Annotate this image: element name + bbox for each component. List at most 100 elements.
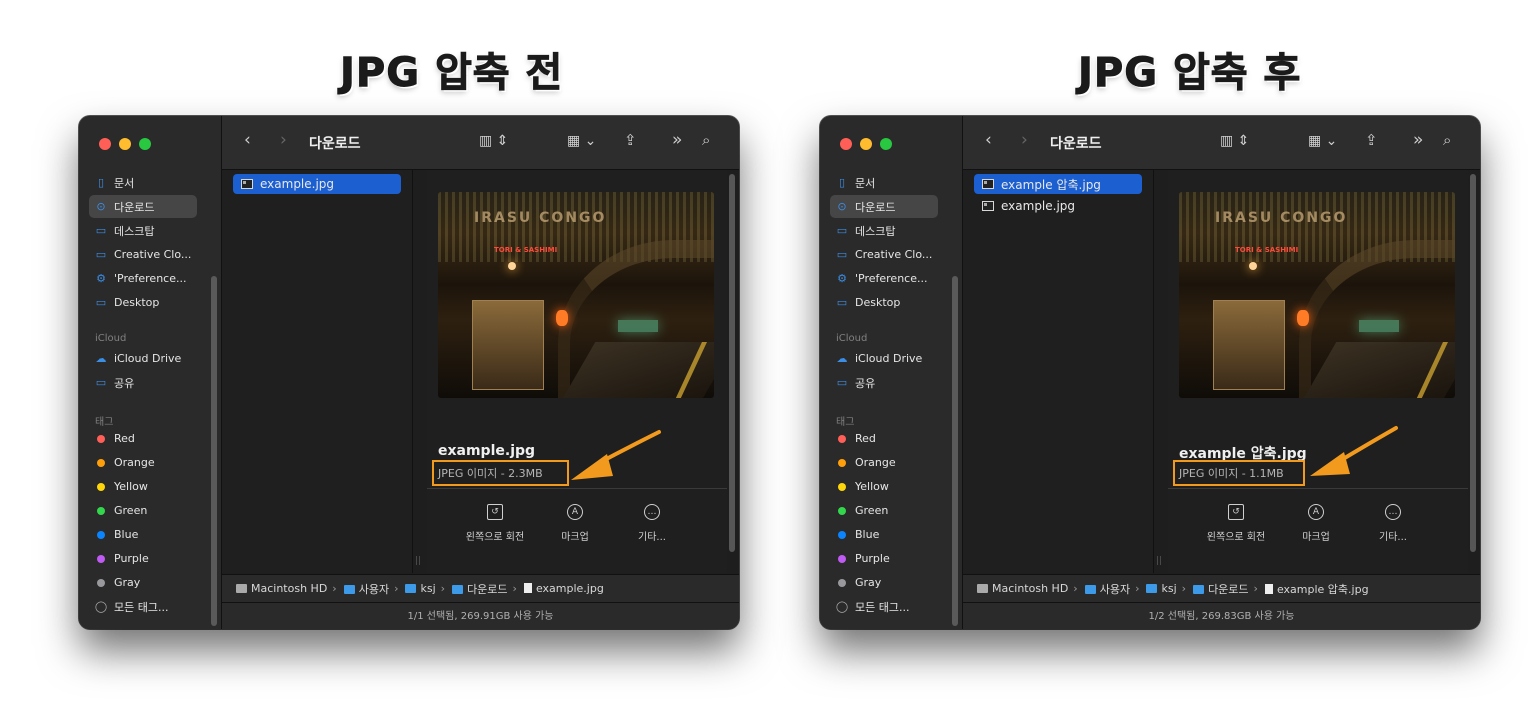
path-item[interactable]: example 압축.jpg (1263, 581, 1369, 597)
share-icon[interactable]: ⇪ (1365, 131, 1378, 149)
sidebar-tag-gray[interactable]: Gray (89, 571, 197, 594)
markup-button[interactable]: A 마크업 (1281, 504, 1351, 543)
path-item[interactable]: Macintosh HD (234, 582, 327, 595)
sidebar-tag-yellow[interactable]: Yellow (89, 475, 197, 498)
sidebar-item-desktop[interactable]: ▭ Desktop (89, 291, 197, 314)
path-item[interactable]: 사용자 (342, 581, 389, 597)
more-actions-button[interactable]: … 기타... (1358, 504, 1428, 543)
sidebar-tag-purple[interactable]: Purple (89, 547, 197, 570)
column-resize-handle[interactable]: || (415, 556, 421, 566)
highlight-box (1173, 460, 1305, 486)
back-button[interactable]: ‹ (985, 130, 992, 150)
close-button[interactable] (99, 138, 111, 150)
traffic-lights (840, 138, 892, 150)
close-button[interactable] (840, 138, 852, 150)
forward-button[interactable]: › (280, 130, 287, 150)
sidebar-item-icloud-drive[interactable]: ☁ iCloud Drive (830, 347, 938, 370)
group-view-icon[interactable]: ▦ ⌄ (567, 133, 596, 149)
folder-icon: ▭ (836, 248, 848, 261)
sidebar-item-preferences[interactable]: ⚙ 'Preference... (89, 267, 197, 290)
sidebar-tag-gray[interactable]: Gray (830, 571, 938, 594)
sidebar-tag-blue[interactable]: Blue (830, 523, 938, 546)
tag-dot-icon (838, 506, 846, 515)
tag-dot-icon (838, 578, 846, 587)
toolbar: ‹ › 다운로드 ▥ ⇕ ▦ ⌄ ⇪ » ⌕ (222, 116, 739, 170)
search-icon[interactable]: ⌕ (702, 131, 710, 149)
preview-scrollbar[interactable] (729, 174, 735, 552)
column-view-icon[interactable]: ▥ ⇕ (479, 133, 508, 149)
gear-icon: ⚙ (96, 272, 106, 285)
sidebar-item-documents[interactable]: ▯ 문서 (89, 171, 197, 194)
finder-window-before: ▯ 문서 ⊙ 다운로드 ▭ 데스크탑 ▭ Creative Clo... ⚙ 'Prefe… (79, 116, 739, 629)
image-preview: IRASU CONGO TORI & SASHIMI (1179, 192, 1455, 398)
desktop-icon: ▭ (836, 224, 848, 237)
sidebar-item-desktop[interactable]: ▭ Desktop (830, 291, 938, 314)
sidebar-tag-orange[interactable]: Orange (89, 451, 197, 474)
preview-scrollbar[interactable] (1470, 174, 1476, 552)
path-item[interactable]: example.jpg (522, 582, 604, 595)
column-resize-handle[interactable]: || (1156, 556, 1162, 566)
minimize-button[interactable] (119, 138, 131, 150)
sidebar-item-downloads[interactable]: ⊙ 다운로드 (830, 195, 938, 218)
rotate-left-button[interactable]: ↺ 왼쪽으로 회전 (460, 504, 530, 543)
sidebar-item-shared[interactable]: ▭ 공유 (830, 371, 938, 394)
sidebar-item-documents[interactable]: ▯ 문서 (830, 171, 938, 194)
sidebar-tag-purple[interactable]: Purple (830, 547, 938, 570)
zoom-button[interactable] (880, 138, 892, 150)
sidebar-tag-green[interactable]: Green (830, 499, 938, 522)
folder-icon: ▭ (95, 296, 107, 309)
path-item[interactable]: 사용자 (1083, 581, 1130, 597)
sidebar-item-creative-cloud[interactable]: ▭ Creative Clo... (89, 243, 197, 266)
rotate-left-button[interactable]: ↺ 왼쪽으로 회전 (1201, 504, 1271, 543)
sidebar-item-desktop-kr[interactable]: ▭ 데스크탑 (89, 219, 197, 242)
more-toolbar-button[interactable]: » (672, 130, 682, 150)
back-button[interactable]: ‹ (244, 130, 251, 150)
sidebar-scrollbar[interactable] (211, 276, 217, 626)
column-view-icon[interactable]: ▥ ⇕ (1220, 133, 1249, 149)
tag-dot-icon (838, 554, 846, 563)
group-view-icon[interactable]: ▦ ⌄ (1308, 133, 1337, 149)
share-icon[interactable]: ⇪ (624, 131, 637, 149)
sidebar-all-tags[interactable]: ◯ 모든 태그... (89, 595, 197, 618)
sidebar-scrollbar[interactable] (952, 276, 958, 626)
path-item[interactable]: Macintosh HD (975, 582, 1068, 595)
sidebar-tag-green[interactable]: Green (89, 499, 197, 522)
image-file-icon (982, 201, 994, 211)
file-item[interactable]: example 압축.jpg (974, 174, 1142, 194)
sidebar-tag-red[interactable]: Red (89, 427, 197, 450)
more-toolbar-button[interactable]: » (1413, 130, 1423, 150)
heading-before: JPG 압축 전 (339, 50, 564, 97)
sidebar-item-downloads[interactable]: ⊙ 다운로드 (89, 195, 197, 218)
path-item[interactable]: 다운로드 (450, 581, 508, 597)
more-actions-button[interactable]: … 기타... (617, 504, 687, 543)
highlight-box (432, 460, 569, 486)
sidebar: ▯ 문서 ⊙ 다운로드 ▭ 데스크탑 ▭ Creative Clo... ⚙ 'Prefe… (79, 116, 222, 629)
zoom-button[interactable] (139, 138, 151, 150)
path-item[interactable]: ksj (403, 582, 436, 595)
minimize-button[interactable] (860, 138, 872, 150)
path-item[interactable]: 다운로드 (1191, 581, 1249, 597)
annotation-arrow (1310, 426, 1398, 476)
sidebar-tag-yellow[interactable]: Yellow (830, 475, 938, 498)
file-item[interactable]: example.jpg (974, 196, 1142, 216)
markup-button[interactable]: A 마크업 (540, 504, 610, 543)
sidebar-item-desktop-kr[interactable]: ▭ 데스크탑 (830, 219, 938, 242)
file-item[interactable]: example.jpg (233, 174, 401, 194)
sidebar-tag-red[interactable]: Red (830, 427, 938, 450)
sidebar-item-preferences[interactable]: ⚙ 'Preference... (830, 267, 938, 290)
finder-window-after: ▯ 문서 ⊙ 다운로드 ▭ 데스크탑 ▭ Creative Clo... ⚙ 'Prefe… (820, 116, 1480, 629)
forward-button[interactable]: › (1021, 130, 1028, 150)
sidebar-all-tags[interactable]: ◯ 모든 태그... (830, 595, 938, 618)
sidebar-item-icloud-drive[interactable]: ☁ iCloud Drive (89, 347, 197, 370)
annotation-arrow (571, 430, 661, 480)
sidebar-tag-orange[interactable]: Orange (830, 451, 938, 474)
image-file-icon (241, 179, 253, 189)
sidebar-item-creative-cloud[interactable]: ▭ Creative Clo... (830, 243, 938, 266)
window-title: 다운로드 (1050, 136, 1102, 152)
sidebar-item-shared[interactable]: ▭ 공유 (89, 371, 197, 394)
download-icon: ⊙ (837, 200, 847, 213)
shared-folder-icon: ▭ (836, 376, 848, 389)
path-item[interactable]: ksj (1144, 582, 1177, 595)
sidebar-tag-blue[interactable]: Blue (89, 523, 197, 546)
search-icon[interactable]: ⌕ (1443, 131, 1451, 149)
